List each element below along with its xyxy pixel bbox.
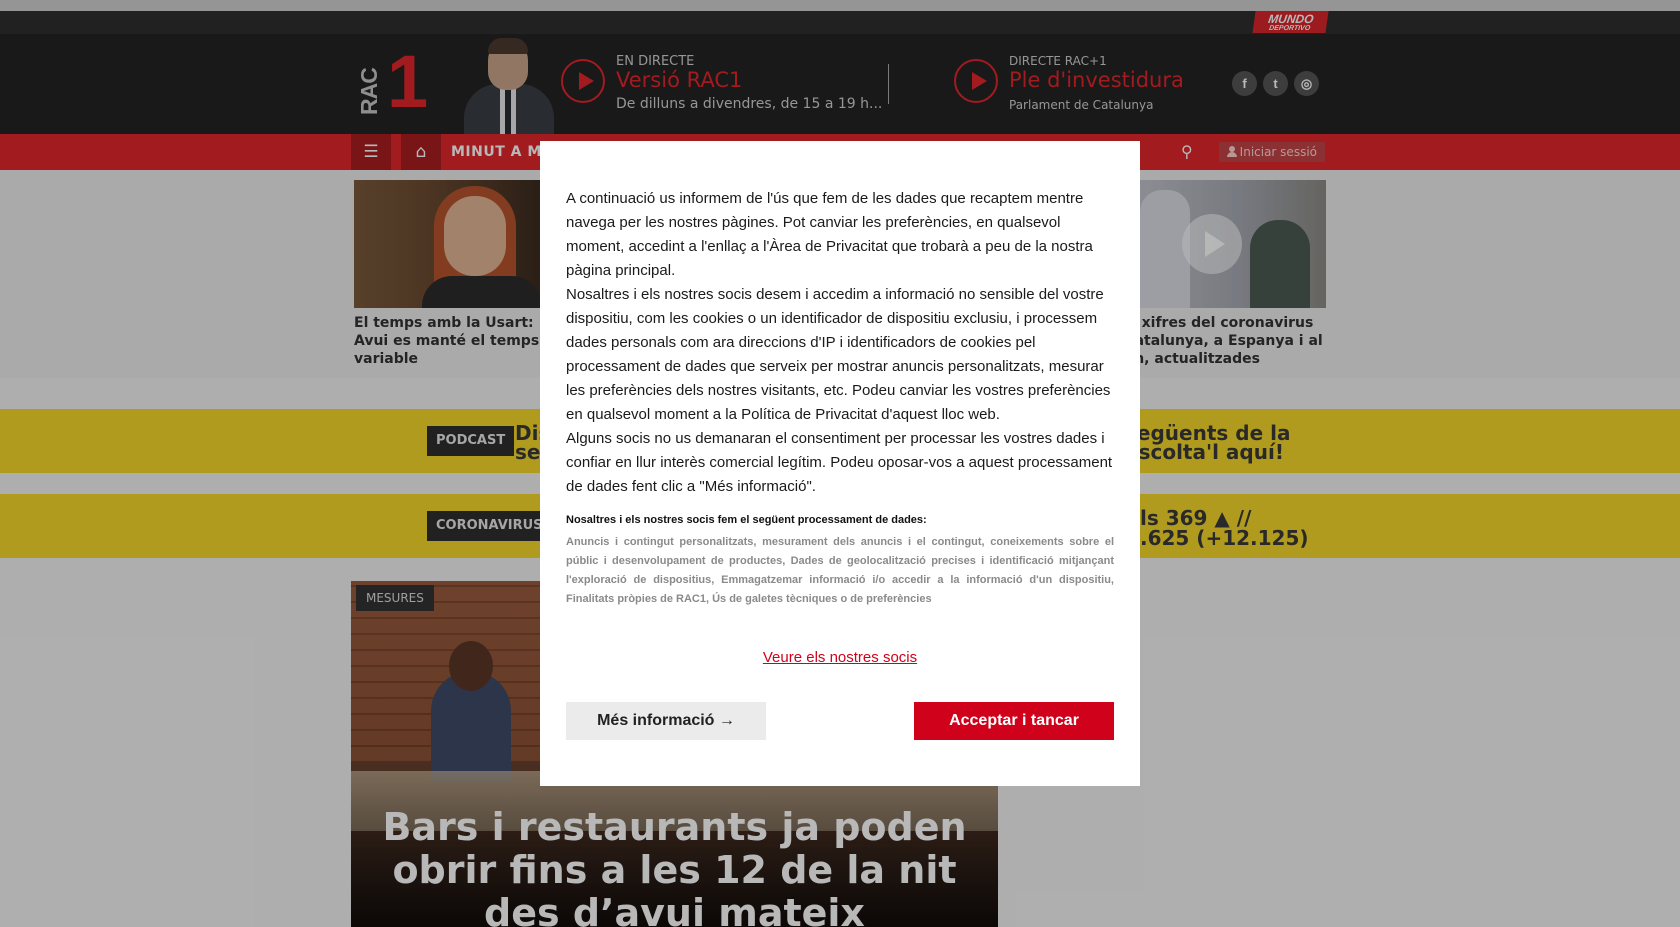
consent-paragraph-3: Alguns socis no us demanaran el consenti… [566, 430, 1113, 495]
purposes-title: Nosaltres i els nostres socis fem el seg… [566, 514, 927, 526]
accept-button[interactable]: Acceptar i tancar [914, 702, 1114, 740]
partners-link[interactable]: Veure els nostres socis [540, 649, 1140, 666]
consent-paragraph-1: A continuació us informem de l'ús que fe… [566, 190, 1093, 279]
purposes-list: Anuncis i contingut personalitzats, mesu… [566, 536, 1114, 605]
more-info-button[interactable]: Més informació → [566, 702, 766, 740]
cookie-consent-dialog: A continuació us informem de l'ús que fe… [540, 141, 1140, 786]
consent-paragraph-2: Nosaltres i els nostres socis desem i ac… [566, 286, 1111, 423]
